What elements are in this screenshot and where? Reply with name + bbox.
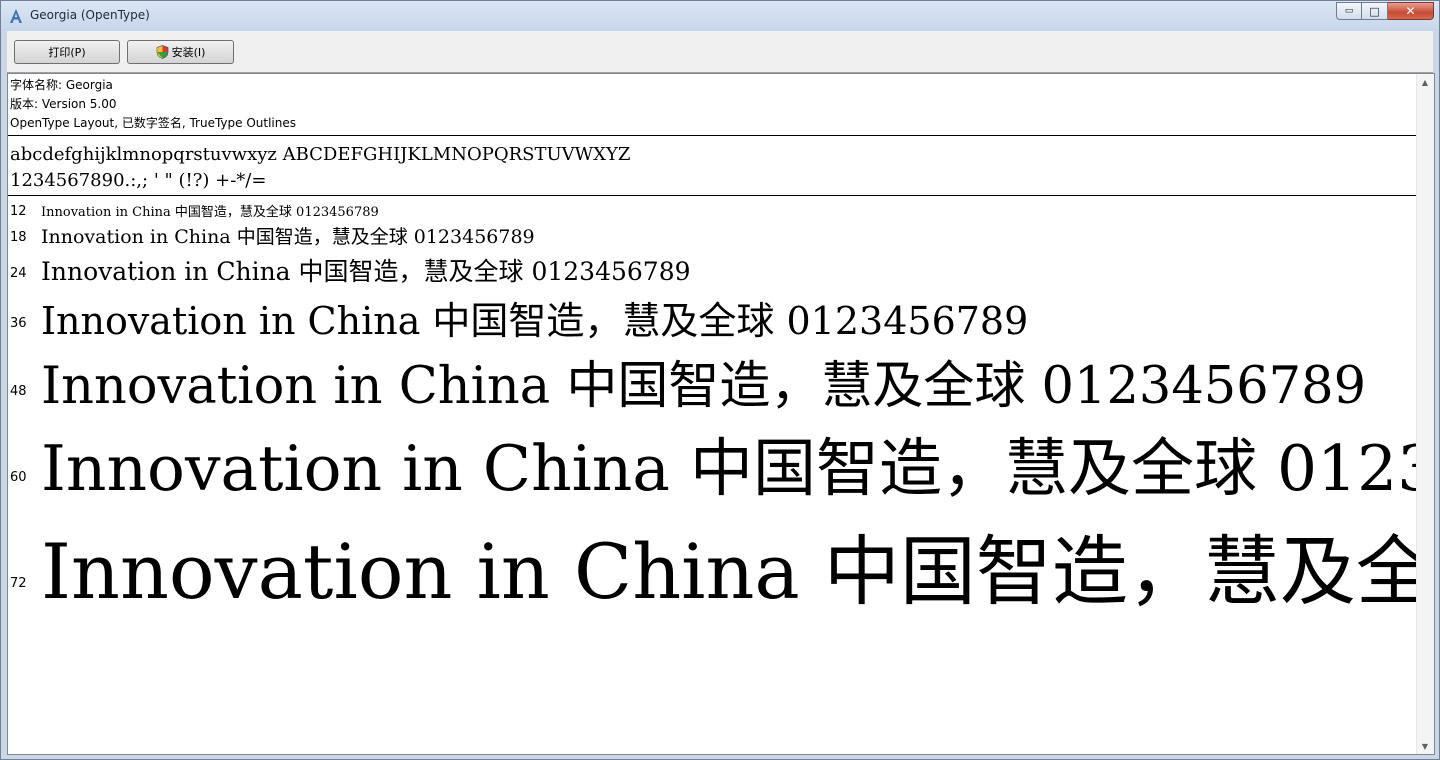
sample-text: Innovation in China 中国智造，慧及全球 0123456789 <box>41 357 1367 416</box>
scroll-down-arrow-icon[interactable]: ▼ <box>1417 738 1433 754</box>
font-version-line: 版本: Version 5.00 <box>10 97 117 111</box>
sample-text: Innovation in China 中国智造，慧及全球 0123456789 <box>41 205 379 220</box>
install-button[interactable]: 安装(I) <box>127 40 234 64</box>
font-name-line: 字体名称: Georgia <box>10 78 113 92</box>
sample-size-label: 48 <box>10 384 27 399</box>
sample-size-label: 72 <box>10 576 27 591</box>
divider <box>8 135 1419 136</box>
uac-shield-icon <box>156 45 168 59</box>
minimize-icon: ▭ <box>1344 5 1354 16</box>
font-file-icon <box>10 9 22 23</box>
install-button-label: 安装(I) <box>171 46 206 59</box>
sample-text: Innovation in China 中国智造，慧及全球 0123456789 <box>41 226 535 248</box>
sample-size-label: 18 <box>10 230 27 245</box>
close-button[interactable]: ✕ <box>1388 2 1434 20</box>
minimize-button[interactable]: ▭ <box>1336 2 1362 20</box>
sample-size-label: 60 <box>10 470 27 485</box>
sample-text: Innovation in China 中国智造，慧及全球 0123456789 <box>41 432 1417 505</box>
size-samples: 12 Innovation in China 中国智造，慧及全球 0123456… <box>8 198 1417 754</box>
maximize-button[interactable]: □ <box>1362 2 1388 20</box>
charset-digits-punctuation: 1234567890.:,; ' " (!?) +-*/= <box>10 170 267 191</box>
print-button[interactable]: 打印(P) <box>14 40 120 64</box>
divider <box>8 195 1419 196</box>
title-bar[interactable]: Georgia (OpenType) ▭ □ ✕ <box>1 1 1439 31</box>
font-viewer-window: Georgia (OpenType) ▭ □ ✕ 打印(P) 安装(I) 字体名… <box>0 0 1440 760</box>
print-button-label: 打印(P) <box>48 46 86 59</box>
toolbar: 打印(P) 安装(I) <box>7 31 1433 73</box>
sample-size-label: 24 <box>10 266 27 281</box>
font-preview-pane: 字体名称: Georgia 版本: Version 5.00 OpenType … <box>7 73 1435 755</box>
charset-letters: abcdefghijklmnopqrstuvwxyz ABCDEFGHIJKLM… <box>10 144 631 165</box>
maximize-icon: □ <box>1369 4 1380 18</box>
sample-size-label: 12 <box>10 204 27 219</box>
window-title: Georgia (OpenType) <box>30 8 150 22</box>
sample-text: Innovation in China 中国智造，慧及全球 0123456789 <box>41 299 1029 343</box>
font-info: 字体名称: Georgia 版本: Version 5.00 OpenType … <box>10 76 296 133</box>
vertical-scrollbar[interactable]: ▲ ▼ <box>1416 74 1434 754</box>
character-set-preview: abcdefghijklmnopqrstuvwxyz ABCDEFGHIJKLM… <box>10 142 630 194</box>
close-icon: ✕ <box>1405 4 1416 18</box>
caption-buttons: ▭ □ ✕ <box>1336 2 1434 21</box>
font-features-line: OpenType Layout, 已数字签名, TrueType Outline… <box>10 116 297 130</box>
scroll-up-arrow-icon[interactable]: ▲ <box>1417 74 1433 90</box>
sample-text: Innovation in China 中国智造，慧及全球 0123456789 <box>41 527 1417 616</box>
sample-size-label: 36 <box>10 316 27 331</box>
sample-text: Innovation in China 中国智造，慧及全球 0123456789 <box>41 257 691 286</box>
